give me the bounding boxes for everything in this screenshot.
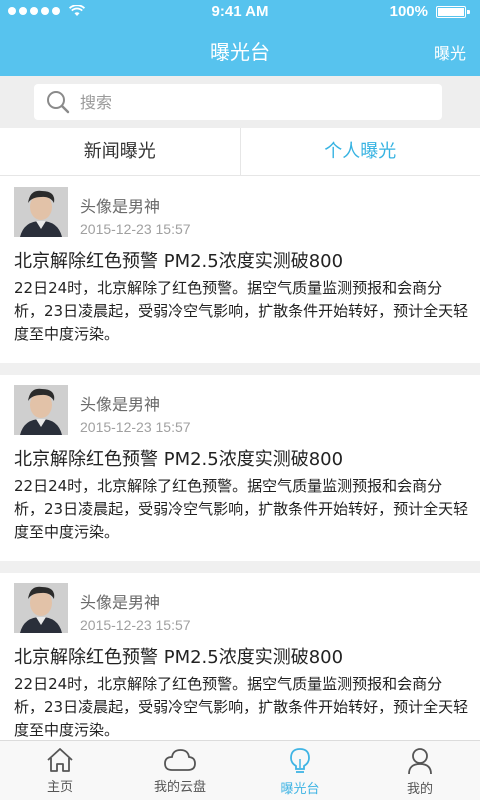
lightbulb-icon [290, 748, 310, 773]
expose-button[interactable]: 曝光 [434, 40, 466, 64]
tab-personal-exposure[interactable]: 个人曝光 [241, 128, 480, 175]
post-summary: 22日24时，北京解除了红色预警。据空气质量监测预报和会商分析，23日凌晨起，受… [14, 279, 469, 343]
tabbar-item-home[interactable]: 主页 [0, 741, 120, 800]
tabbar-label-exposure: 曝光台 [280, 782, 320, 797]
avatar[interactable] [14, 187, 68, 237]
tabbar-item-cloud[interactable]: 我的云盘 [120, 741, 240, 800]
user-icon [408, 748, 432, 775]
post-title[interactable]: 北京解除红色预警 PM2.5浓度实测破800 [14, 445, 343, 471]
post-title[interactable]: 北京解除红色预警 PM2.5浓度实测破800 [14, 643, 343, 669]
bottom-tab-bar: 主页 我的云盘 曝光台 我的 [0, 740, 480, 800]
tabbar-item-exposure[interactable]: 曝光台 [240, 741, 360, 800]
post-title[interactable]: 北京解除红色预警 PM2.5浓度实测破800 [14, 247, 343, 273]
battery-percent: 100% [389, 3, 428, 20]
tabbar-label-cloud: 我的云盘 [153, 780, 206, 795]
post-author: 头像是男神 [80, 593, 161, 612]
cloud-icon [164, 749, 196, 771]
page-title: 曝光台 [210, 40, 270, 64]
post-feed[interactable]: 头像是男神 2015-12-23 15:57 北京解除红色预警 PM2.5浓度实… [0, 177, 480, 740]
search-box[interactable] [34, 84, 442, 120]
post-author: 头像是男神 [80, 197, 161, 216]
home-icon [47, 748, 73, 772]
post-author: 头像是男神 [80, 395, 161, 414]
avatar[interactable] [14, 385, 68, 435]
search-icon [47, 91, 70, 114]
post-summary: 22日24时，北京解除了红色预警。据空气质量监测预报和会商分析，23日凌晨起，受… [14, 477, 469, 541]
tab-news-exposure[interactable]: 新闻曝光 [0, 128, 240, 175]
post-card[interactable]: 头像是男神 2015-12-23 15:57 北京解除红色预警 PM2.5浓度实… [0, 375, 480, 561]
search-input[interactable] [80, 92, 400, 112]
battery-icon [436, 6, 470, 18]
post-summary: 22日24时，北京解除了红色预警。据空气质量监测预报和会商分析，23日凌晨起，受… [14, 675, 469, 739]
post-card[interactable]: 头像是男神 2015-12-23 15:57 北京解除红色预警 PM2.5浓度实… [0, 177, 480, 363]
post-time: 2015-12-23 15:57 [80, 617, 191, 633]
status-bar: 9:41 AM 100% [0, 0, 480, 24]
tabbar-item-me[interactable]: 我的 [360, 741, 480, 800]
app-header: 9:41 AM 100% 曝光台 曝光 [0, 0, 480, 76]
tabbar-label-me: 我的 [406, 782, 433, 797]
avatar[interactable] [14, 583, 68, 633]
search-bar [0, 76, 480, 128]
post-card[interactable]: 头像是男神 2015-12-23 15:57 北京解除红色预警 PM2.5浓度实… [0, 573, 480, 740]
post-time: 2015-12-23 15:57 [80, 419, 191, 435]
tabbar-label-home: 主页 [46, 780, 73, 795]
post-time: 2015-12-23 15:57 [80, 221, 191, 237]
category-tabs: 新闻曝光 个人曝光 [0, 128, 480, 176]
